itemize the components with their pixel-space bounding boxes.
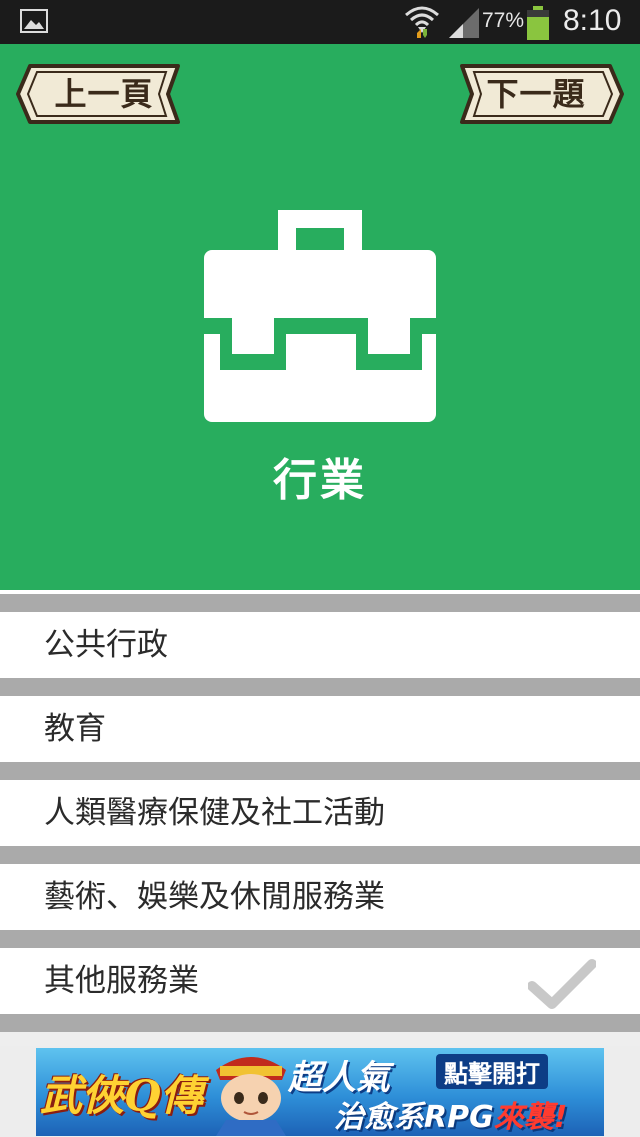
status-bar: 77% 8:10 — [0, 0, 640, 44]
prev-page-button[interactable]: 上一頁 — [16, 62, 180, 126]
category-header: 上一頁 下一題 行業 — [0, 44, 640, 590]
list-item[interactable]: 公共行政 — [0, 612, 640, 678]
gallery-icon — [20, 9, 48, 33]
ad-area: 武俠Q傳 超人氣 點擊開打 治愈系RPG來襲! — [0, 1046, 640, 1137]
checkmark-icon — [528, 959, 596, 1009]
option-label: 公共行政 — [44, 627, 168, 663]
briefcase-icon — [204, 210, 436, 422]
signal-icon — [449, 8, 479, 38]
option-label: 人類醫療保健及社工活動 — [44, 795, 385, 831]
battery-percent: 77% — [482, 9, 525, 32]
wifi-icon — [405, 6, 439, 38]
list-separator — [0, 762, 640, 780]
option-label: 教育 — [44, 711, 106, 747]
list-separator — [0, 1014, 640, 1032]
list-separator — [0, 930, 640, 948]
option-label: 其他服務業 — [44, 963, 199, 999]
list-separator — [0, 846, 640, 864]
list-item[interactable]: 教育 — [0, 696, 640, 762]
options-list: 公共行政 教育 人類醫療保健及社工活動 藝術、娛樂及休閒服務業 其他服務業 — [0, 594, 640, 1032]
game-logo: 武俠Q傳 — [40, 1071, 203, 1120]
ad-tagline-emphasis: 來襲! — [493, 1100, 568, 1135]
list-item-selected[interactable]: 其他服務業 — [0, 948, 640, 1014]
list-separator — [0, 678, 640, 696]
list-item[interactable]: 人類醫療保健及社工活動 — [0, 780, 640, 846]
ad-tagline: 治愈系RPG來襲! — [334, 1092, 567, 1136]
battery-icon — [527, 6, 549, 40]
list-item[interactable]: 藝術、娛樂及休閒服務業 — [0, 864, 640, 930]
clock: 8:10 — [563, 4, 622, 37]
option-label: 藝術、娛樂及休閒服務業 — [44, 879, 385, 915]
next-question-button[interactable]: 下一題 — [460, 62, 624, 126]
ad-tagline-prefix: 治愈系RPG — [334, 1100, 494, 1135]
prev-page-label: 上一頁 — [54, 75, 154, 113]
ad-cta[interactable]: 點擊開打 — [436, 1054, 548, 1089]
list-separator — [0, 594, 640, 612]
ad-banner[interactable]: 武俠Q傳 超人氣 點擊開打 治愈系RPG來襲! — [36, 1048, 604, 1136]
next-question-label: 下一題 — [486, 75, 586, 113]
category-title: 行業 — [273, 455, 367, 506]
